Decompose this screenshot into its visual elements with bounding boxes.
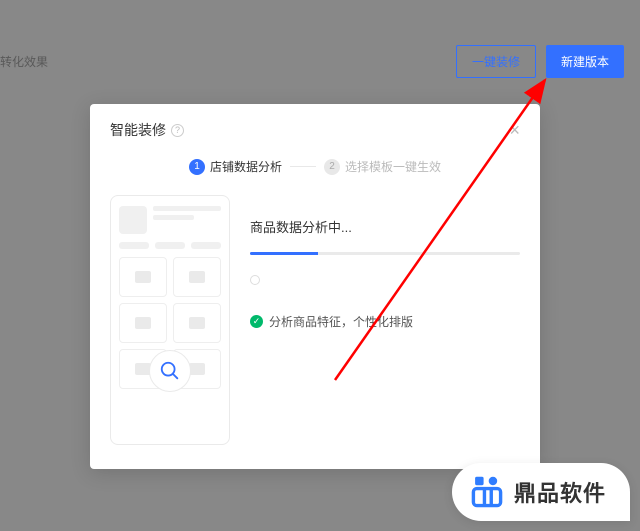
image-icon <box>189 363 205 375</box>
placeholder-card <box>173 257 221 297</box>
brand-name: 鼎品软件 <box>514 476 606 508</box>
step-1-label: 店铺数据分析 <box>210 158 282 175</box>
progress-title: 商品数据分析中... <box>250 217 520 236</box>
progress-bar <box>250 252 520 255</box>
header-actions: 一键装修 新建版本 <box>456 45 624 78</box>
placeholder-tab <box>155 242 185 249</box>
modal-title-wrap: 智能装修 ? <box>110 120 184 140</box>
step-2-number: 2 <box>324 159 340 175</box>
success-text: 分析商品特征，个性化排版 <box>269 313 413 330</box>
hint-dot-icon <box>250 275 260 285</box>
one-click-decorate-button[interactable]: 一键装修 <box>456 45 536 78</box>
phone-frame <box>110 195 230 445</box>
placeholder-tab <box>191 242 221 249</box>
progress-panel: 商品数据分析中... ✓ 分析商品特征，个性化排版 <box>250 195 520 445</box>
image-icon <box>189 271 205 283</box>
image-icon <box>189 317 205 329</box>
hint-line <box>250 275 520 285</box>
step-2-label: 选择模板一键生效 <box>345 158 441 175</box>
sidebar-label: 转化效果 <box>0 53 48 70</box>
modal-body: 商品数据分析中... ✓ 分析商品特征，个性化排版 <box>90 175 540 459</box>
smart-decorate-modal: 智能装修 ? × 1 店铺数据分析 2 选择模板一键生效 <box>90 104 540 469</box>
placeholder-tab <box>119 242 149 249</box>
stepper: 1 店铺数据分析 2 选择模板一键生效 <box>90 158 540 175</box>
image-icon <box>135 271 151 283</box>
placeholder-card <box>173 303 221 343</box>
step-2: 2 选择模板一键生效 <box>324 158 441 175</box>
phone-preview <box>110 195 230 445</box>
brand-logo-icon <box>470 475 504 509</box>
placeholder-line <box>153 215 194 220</box>
modal-header: 智能装修 ? × <box>90 104 540 150</box>
image-icon <box>135 317 151 329</box>
new-version-button[interactable]: 新建版本 <box>546 45 624 78</box>
magnifier-icon <box>149 350 191 392</box>
step-divider <box>290 166 316 167</box>
placeholder-card <box>119 257 167 297</box>
step-1: 1 店铺数据分析 <box>189 158 282 175</box>
step-1-number: 1 <box>189 159 205 175</box>
placeholder-line <box>153 206 221 211</box>
brand-badge: 鼎品软件 <box>452 463 630 521</box>
close-icon[interactable]: × <box>509 121 520 139</box>
success-line: ✓ 分析商品特征，个性化排版 <box>250 313 520 330</box>
progress-fill <box>250 252 318 255</box>
placeholder-avatar <box>119 206 147 234</box>
modal-title: 智能装修 <box>110 120 166 140</box>
placeholder-card <box>119 303 167 343</box>
help-icon[interactable]: ? <box>171 124 184 137</box>
check-icon: ✓ <box>250 315 263 328</box>
